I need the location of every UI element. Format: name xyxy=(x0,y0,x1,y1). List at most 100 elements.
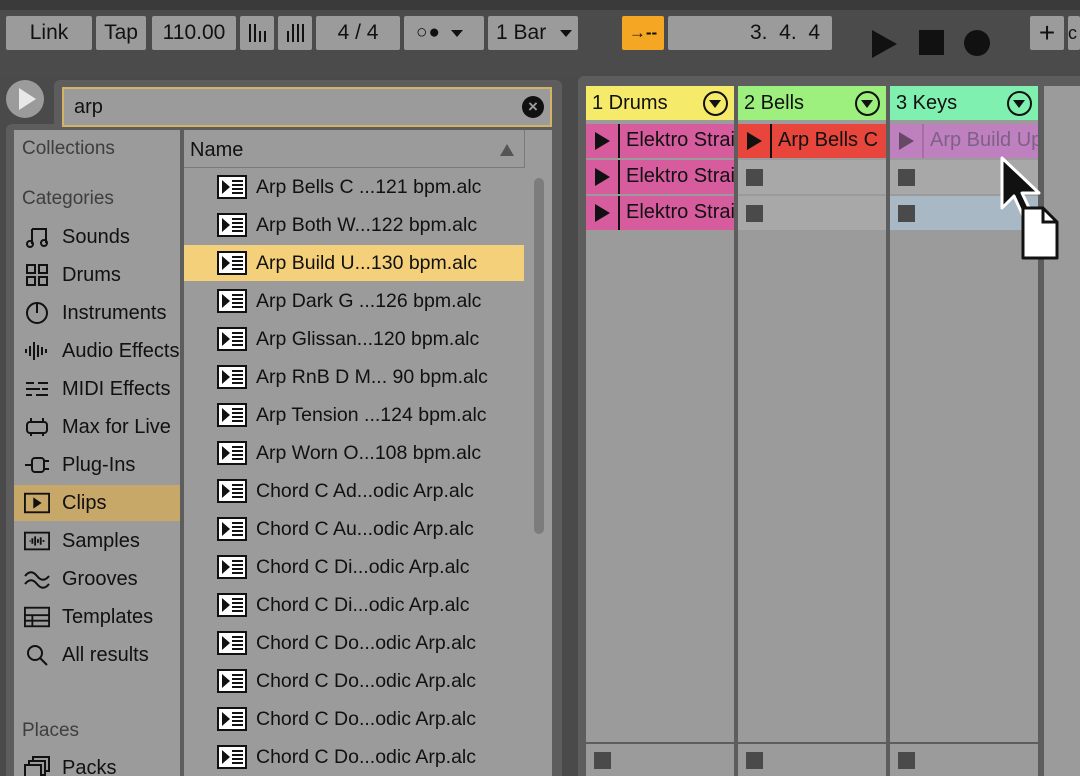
file-list-item[interactable]: Chord C Do...odic Arp.alc xyxy=(184,663,524,699)
column-header-extra xyxy=(524,130,552,168)
sidebar-item-all-results[interactable]: All results xyxy=(14,637,180,673)
metronome-button[interactable]: ○● xyxy=(404,16,484,50)
file-list-item[interactable]: Chord C Do...odic Arp.alc xyxy=(184,739,524,775)
clip-name: Arp Bells C xyxy=(778,129,879,151)
stop-all-clips-icon[interactable] xyxy=(898,752,915,769)
clear-search-icon[interactable]: × xyxy=(522,96,544,118)
sidebar-item-midi-effects[interactable]: MIDI Effects xyxy=(14,371,180,407)
sidebar-item-instruments[interactable]: Instruments xyxy=(14,295,180,331)
file-list-item[interactable]: Chord C Di...odic Arp.alc xyxy=(184,587,524,623)
file-list-item[interactable]: Arp Build U...130 bpm.alc xyxy=(184,245,524,281)
file-list-item[interactable]: Arp Dark G ...126 bpm.alc xyxy=(184,283,524,319)
track-menu-icon[interactable] xyxy=(855,91,880,116)
track-column: 1 Drums Elektro Straight Elektro Straight E… xyxy=(586,86,734,776)
sidebar-item-max-for-live[interactable]: Max for Live xyxy=(14,409,180,445)
file-list-item[interactable]: Chord C Ad...odic Arp.alc xyxy=(184,473,524,509)
clip-launch-icon[interactable] xyxy=(586,196,620,230)
tap-button[interactable]: Tap xyxy=(96,16,146,50)
slot-stop-icon[interactable] xyxy=(898,205,915,222)
drums-grid-icon xyxy=(24,262,50,288)
link-button[interactable]: Link xyxy=(6,16,92,50)
clip-launch-icon[interactable] xyxy=(586,160,620,194)
track-menu-icon[interactable] xyxy=(703,91,728,116)
file-list-item[interactable]: Chord C Au...odic Arp.alc xyxy=(184,511,524,547)
sidebar-item-label: Max for Live xyxy=(62,415,171,438)
overdub-button[interactable]: c xyxy=(1068,16,1080,50)
title-strip xyxy=(0,0,1080,10)
sidebar-item-audio-effects[interactable]: Audio Effects xyxy=(14,333,180,369)
clip-launch-icon[interactable] xyxy=(890,124,924,158)
clip-file-icon xyxy=(217,555,247,579)
nudge-up-button[interactable] xyxy=(278,16,312,50)
audio-effects-icon xyxy=(24,338,50,364)
quantize-dropdown[interactable]: 1 Bar xyxy=(488,16,578,50)
slot-stop-icon[interactable] xyxy=(746,169,763,186)
track-header[interactable]: 1 Drums xyxy=(586,86,734,120)
file-list-item[interactable]: Arp Bells C ...121 bpm.alc xyxy=(184,169,524,205)
search-input[interactable]: arp × xyxy=(62,87,552,127)
file-list-item[interactable]: Arp RnB D M... 90 bpm.alc xyxy=(184,359,524,395)
places-heading: Places xyxy=(22,720,80,741)
file-list-item[interactable]: Chord C Do...odic Arp.alc xyxy=(184,701,524,737)
sidebar-item-label: Instruments xyxy=(62,301,167,324)
browser-toggle-button[interactable] xyxy=(6,80,44,118)
file-list-item[interactable]: Arp Worn O...108 bpm.alc xyxy=(184,435,524,471)
sidebar-item-clips[interactable]: Clips xyxy=(14,485,180,521)
slot-stop-icon[interactable] xyxy=(898,169,915,186)
follow-button[interactable]: →-- xyxy=(622,16,664,50)
track-menu-icon[interactable] xyxy=(1007,91,1032,116)
scrollbar-thumb[interactable] xyxy=(534,178,544,534)
clip-slot[interactable]: Arp Build Up xyxy=(890,124,1038,158)
sidebar-item-templates[interactable]: Templates xyxy=(14,599,180,635)
packs-icon xyxy=(24,755,50,776)
sidebar-item-label: Templates xyxy=(62,605,154,628)
track-header[interactable]: 3 Keys xyxy=(890,86,1038,120)
stop-all-clips-icon[interactable] xyxy=(594,752,611,769)
record-icon[interactable] xyxy=(964,30,990,56)
clip-launch-icon[interactable] xyxy=(738,124,772,158)
sidebar-item-label: Plug-Ins xyxy=(62,453,136,476)
clip-slot[interactable]: Arp Bells C xyxy=(738,124,886,158)
track-name: 2 Bells xyxy=(744,91,805,114)
collections-heading[interactable]: Collections xyxy=(22,138,115,160)
sidebar-item-packs[interactable]: Packs xyxy=(14,750,180,776)
slot-stop-icon[interactable] xyxy=(746,205,763,222)
sidebar-item-sounds[interactable]: Sounds xyxy=(14,219,180,255)
add-button[interactable]: + xyxy=(1030,16,1064,50)
file-list-item[interactable]: Arp Both W...122 bpm.alc xyxy=(184,207,524,243)
song-position-field[interactable]: 3. 4. 4 xyxy=(668,16,832,50)
clip-slot[interactable]: Elektro Straight xyxy=(586,124,734,158)
tempo-field[interactable]: 110.00 xyxy=(152,16,236,50)
nudge-down-button[interactable] xyxy=(240,16,274,50)
sidebar-item-drums[interactable]: Drums xyxy=(14,257,180,293)
file-list-item[interactable]: Chord C Di...odic Arp.alc xyxy=(184,549,524,585)
file-list: Name Arp Bells C ...121 bpm.alc Arp Both … xyxy=(184,130,552,776)
stop-all-clips-icon[interactable] xyxy=(746,752,763,769)
empty-clip-slot[interactable] xyxy=(738,196,886,230)
clip-icon xyxy=(24,490,50,516)
clip-slot[interactable]: Elektro Straight xyxy=(586,196,734,230)
sidebar-item-label: Grooves xyxy=(62,567,138,590)
file-name: Arp Bells C ...121 bpm.alc xyxy=(256,175,482,198)
empty-clip-slot[interactable] xyxy=(738,160,886,194)
play-icon[interactable] xyxy=(872,30,897,58)
column-name-label: Name xyxy=(190,139,244,161)
sidebar-item-samples[interactable]: Samples xyxy=(14,523,180,559)
clip-file-icon xyxy=(217,403,247,427)
sidebar-item-plug-ins[interactable]: Plug-Ins xyxy=(14,447,180,483)
clip-name: Elektro Straight xyxy=(626,129,734,151)
grooves-icon xyxy=(24,566,50,592)
clip-launch-icon[interactable] xyxy=(586,124,620,158)
stop-icon[interactable] xyxy=(919,30,944,55)
track-header[interactable]: 2 Bells xyxy=(738,86,886,120)
sidebar-item-grooves[interactable]: Grooves xyxy=(14,561,180,597)
sort-ascending-icon xyxy=(500,144,514,156)
file-list-item[interactable]: Arp Glissan...120 bpm.alc xyxy=(184,321,524,357)
name-column-header[interactable]: Name xyxy=(184,130,524,168)
time-signature-field[interactable]: 4 / 4 xyxy=(316,16,400,50)
file-list-item[interactable]: Arp Tension ...124 bpm.alc xyxy=(184,397,524,433)
file-list-item[interactable]: Chord C Do...odic Arp.alc xyxy=(184,625,524,661)
clip-file-icon xyxy=(217,593,247,617)
track-stop-row xyxy=(890,742,1038,776)
clip-slot[interactable]: Elektro Straight xyxy=(586,160,734,194)
